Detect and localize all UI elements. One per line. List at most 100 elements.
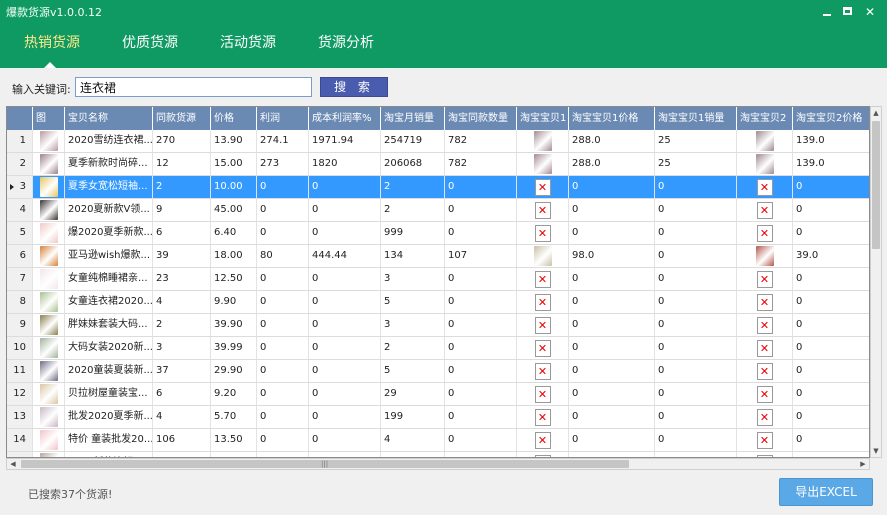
column-header[interactable]: 淘宝宝贝1价格: [569, 107, 655, 130]
maximize-button[interactable]: [839, 4, 857, 20]
table-row[interactable]: 6 亚马逊wish爆款... 39 18.00 80 444.44 134 107 98.0 0 3…: [7, 245, 869, 268]
search-button[interactable]: 搜 索: [320, 77, 388, 97]
column-header[interactable]: 淘宝宝贝2价格: [793, 107, 869, 130]
cell-p1: 0: [569, 199, 655, 221]
column-header[interactable]: 宝贝名称: [65, 107, 153, 130]
table-row[interactable]: 3 夏季女宽松短袖... 2 10.00 0 0 2 0 ✕ 0 0 ✕ 0: [7, 176, 869, 199]
tab-source-analysis[interactable]: 货源分析: [318, 32, 374, 52]
taobao-item-image: ✕: [517, 406, 569, 428]
cell-profit: 0: [257, 314, 309, 336]
thumbnail-image: [39, 315, 58, 335]
row-number: 5: [19, 227, 26, 238]
scroll-left-icon[interactable]: ◀: [7, 459, 19, 469]
cell-name: 夏季女宽松短袖...: [65, 176, 153, 198]
column-header[interactable]: 图: [33, 107, 65, 130]
results-grid[interactable]: 图宝贝名称 同款货源 价格 利润 成本利润率% 淘宝月销量 淘宝同款数量 淘宝宝贝1 淘宝宝贝1…: [6, 106, 870, 458]
column-header[interactable]: 淘宝宝贝2: [737, 107, 793, 130]
table-row[interactable]: 13 批发2020夏季新... 4 5.70 0 0 199 0 ✕ 0 0 ✕ 0: [7, 406, 869, 429]
table-row[interactable]: 1 2020雪纺连衣裙... 270 13.90 274.1 1971.94 254719 7…: [7, 130, 869, 153]
table-row[interactable]: 8 女童连衣裙2020... 4 9.90 0 0 5 0 ✕ 0 0 ✕ 0: [7, 291, 869, 314]
cell-rate: 0: [309, 429, 381, 451]
column-header[interactable]: 利润: [257, 107, 309, 130]
cell-s1: 0: [655, 199, 737, 221]
scroll-right-icon[interactable]: ▶: [857, 459, 869, 469]
row-number: 9: [19, 319, 26, 330]
scroll-up-icon[interactable]: ▲: [871, 107, 881, 119]
cell-price: 39.90: [211, 314, 257, 336]
cell-profit: 0: [257, 337, 309, 359]
thumbnail-image: [39, 430, 58, 450]
cell-name: 女童连衣裙2020...: [65, 291, 153, 313]
cell-s1: 0: [655, 314, 737, 336]
column-header[interactable]: 淘宝宝贝1: [517, 107, 569, 130]
cell-rate: 0: [309, 360, 381, 382]
cell-price: 10.00: [211, 176, 257, 198]
taobao-item-image: ✕: [517, 314, 569, 336]
cell-profit: 0: [257, 291, 309, 313]
column-header[interactable]: 淘宝宝贝1销量: [655, 107, 737, 130]
product-thumbnail: [33, 268, 65, 290]
column-header[interactable]: 淘宝同款数量: [445, 107, 517, 130]
cell-s1: 0: [655, 360, 737, 382]
keyword-input[interactable]: [75, 77, 312, 97]
cell-price: 13.50: [211, 429, 257, 451]
column-header[interactable]: [7, 107, 33, 130]
cell-count: 0: [445, 268, 517, 290]
title-bar: 爆款货源v1.0.0.12 ✕ 热销货源 优质货源 活动货源 货源分析: [0, 0, 887, 68]
cell-rate: 1971.94: [309, 130, 381, 152]
table-row[interactable]: 5 爆2020夏季新款... 6 6.40 0 0 999 0 ✕ 0 0 ✕ 0: [7, 222, 869, 245]
row-index: 7: [7, 268, 33, 290]
table-row[interactable]: 12 贝拉树屋童装宝... 6 9.20 0 0 29 0 ✕ 0 0 ✕ 0: [7, 383, 869, 406]
cell-price: 13.90: [211, 130, 257, 152]
search-label: 输入关键词:: [12, 83, 71, 96]
cell-monthly: 206068: [381, 153, 445, 175]
cell-profit: 80: [257, 245, 309, 267]
table-row[interactable]: 9 胖妹妹套装大码... 2 39.90 0 0 3 0 ✕ 0 0 ✕ 0: [7, 314, 869, 337]
cell-profit: 274.1: [257, 130, 309, 152]
row-index: 11: [7, 360, 33, 382]
minimize-button[interactable]: [818, 4, 836, 20]
vertical-scrollbar[interactable]: ▲ ▼: [870, 106, 882, 458]
scroll-down-icon[interactable]: ▼: [871, 445, 881, 457]
broken-image-icon: ✕: [756, 201, 773, 219]
cell-p2: 0: [793, 429, 869, 451]
cell-price: 9.20: [211, 383, 257, 405]
product-thumbnail: [33, 314, 65, 336]
row-index: 2: [7, 153, 33, 175]
taobao-item-image: ✕: [517, 268, 569, 290]
table-row[interactable]: 10 大码女装2020新... 3 39.99 0 0 2 0 ✕ 0 0 ✕ 0: [7, 337, 869, 360]
cell-count: 0: [445, 222, 517, 244]
cell-rate: 0: [309, 199, 381, 221]
table-row[interactable]: 2 夏季新款时尚碎... 12 15.00 273 1820 206068 782 288.0 2…: [7, 153, 869, 176]
cell-rate: 0: [309, 337, 381, 359]
cell-s1: 0: [655, 291, 737, 313]
vertical-scroll-thumb[interactable]: [872, 121, 880, 249]
column-header[interactable]: 淘宝月销量: [381, 107, 445, 130]
table-row[interactable]: 14 特价 童装批发20... 106 13.50 0 0 4 0 ✕ 0 0 ✕ 0: [7, 429, 869, 452]
column-header[interactable]: 成本利润率%: [309, 107, 381, 130]
table-row[interactable]: 11 2020童装夏装新... 37 29.90 0 0 5 0 ✕ 0 0 ✕ 0: [7, 360, 869, 383]
row-number: 13: [13, 411, 26, 422]
tab-quality-sources[interactable]: 优质货源: [122, 32, 178, 52]
cell-price: 5.70: [211, 406, 257, 428]
row-number: 11: [13, 365, 26, 376]
close-button[interactable]: ✕: [861, 4, 879, 20]
active-tab-indicator: [44, 62, 56, 68]
product-thumbnail: [33, 429, 65, 451]
cell-price: 15.00: [211, 153, 257, 175]
tab-activity-sources[interactable]: 活动货源: [220, 32, 276, 52]
horizontal-scroll-thumb[interactable]: |||: [21, 460, 629, 468]
row-number: 1: [19, 135, 26, 146]
column-header[interactable]: 同款货源: [153, 107, 211, 130]
table-row[interactable]: 4 2020夏新款V领... 9 45.00 0 0 2 0 ✕ 0 0 ✕ 0: [7, 199, 869, 222]
cell-rate: 0: [309, 268, 381, 290]
table-row[interactable]: 7 女童纯棉睡裙亲... 23 12.50 0 0 3 0 ✕ 0 0 ✕ 0: [7, 268, 869, 291]
broken-image-icon: ✕: [534, 339, 551, 357]
grid-header: 图宝贝名称 同款货源 价格 利润 成本利润率% 淘宝月销量 淘宝同款数量 淘宝宝贝1 淘宝宝贝1…: [7, 107, 869, 130]
cell-monthly: 4: [381, 429, 445, 451]
export-excel-button[interactable]: 导出EXCEL: [779, 478, 873, 506]
tab-hot-sources[interactable]: 热销货源: [24, 32, 80, 52]
column-header[interactable]: 价格: [211, 107, 257, 130]
horizontal-scrollbar[interactable]: ◀ ||| ▶: [6, 458, 870, 470]
cell-p2: 139.0: [793, 130, 869, 152]
